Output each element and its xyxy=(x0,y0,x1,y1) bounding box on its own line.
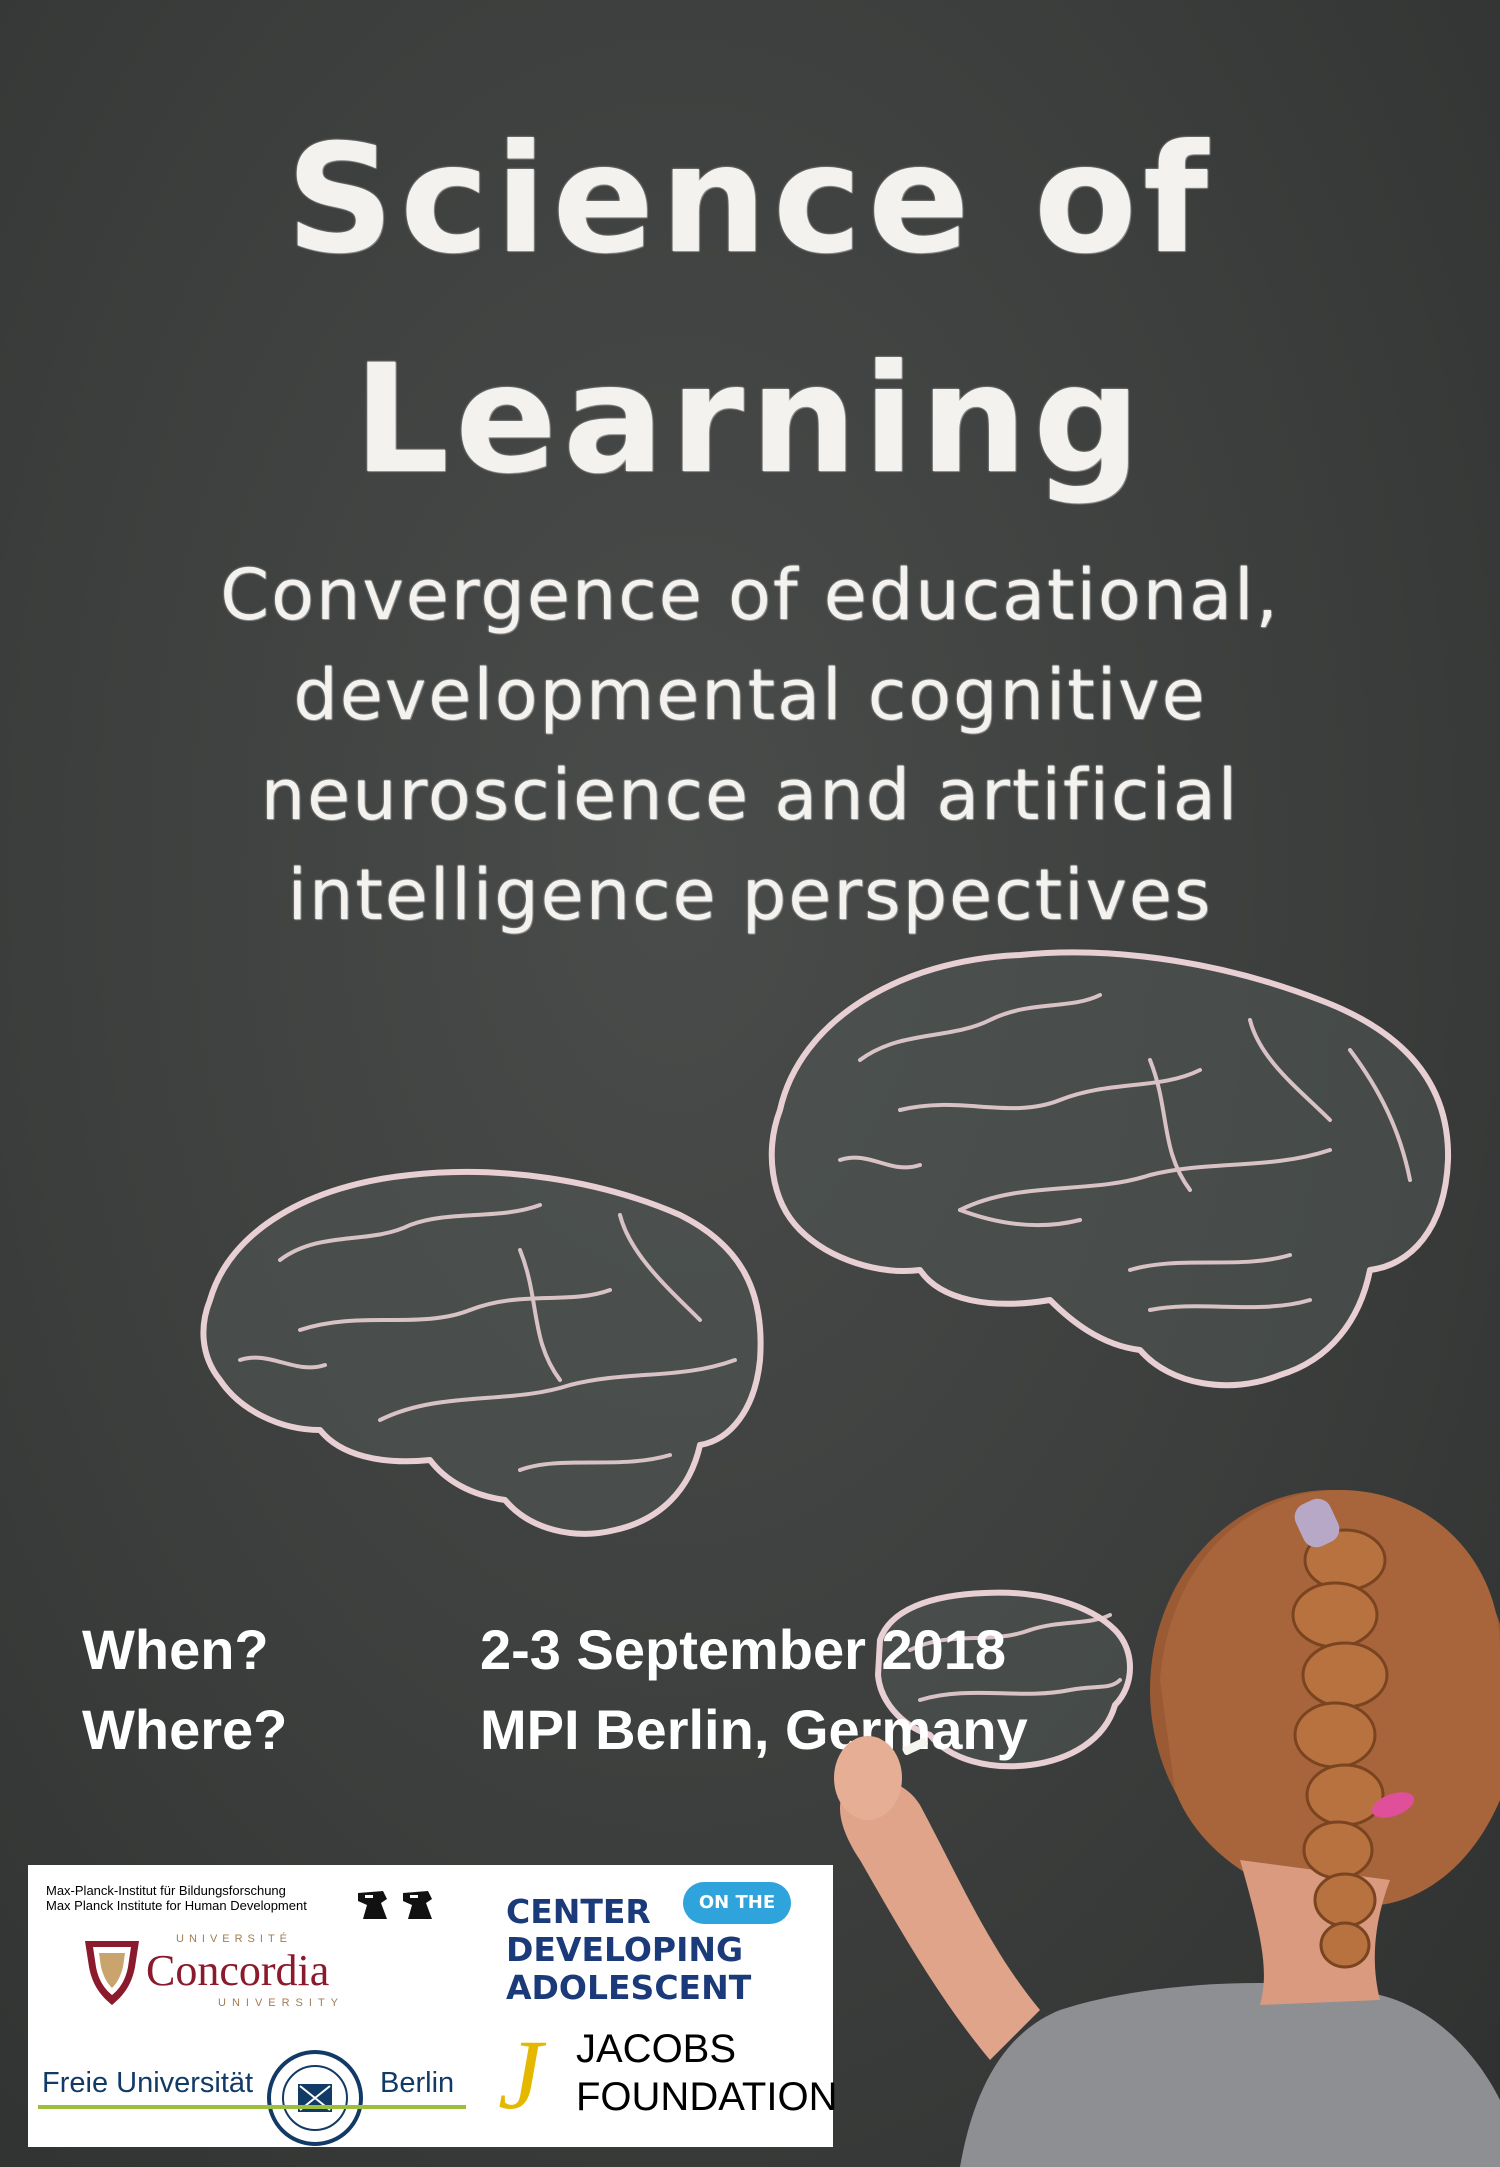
mpi-name-de: Max-Planck-Institut für Bildungsforschun… xyxy=(46,1883,286,1898)
jacobs-mark-icon: J xyxy=(498,2019,543,2130)
cda-line-2: DEVELOPING xyxy=(506,1930,744,1969)
chalk-piece xyxy=(902,1737,928,1756)
girl-illustration xyxy=(834,1490,1500,2167)
cda-bubble: ON THE xyxy=(683,1882,791,1924)
mpi-logo-text: Max-Planck-Institut für Bildungsforschun… xyxy=(46,1883,307,1913)
fu-divider-line xyxy=(38,2105,466,2109)
girl-arm xyxy=(840,1779,1040,2060)
concordia-shield-icon xyxy=(85,1941,139,2005)
girl-hand xyxy=(834,1736,902,1820)
mpi-logo-icon xyxy=(358,1891,432,1919)
mpi-name-en: Max Planck Institute for Human Developme… xyxy=(46,1898,307,1913)
fu-berlin-seal-icon xyxy=(267,2050,363,2146)
girl-shirt xyxy=(960,1983,1500,2167)
sponsor-logos-panel: Max-Planck-Institut für Bildungsforschun… xyxy=(28,1865,837,2147)
concordia-bottom-text: UNIVERSITY xyxy=(218,1997,345,2009)
concordia-name: Concordia xyxy=(146,1946,330,1995)
cda-line-3: ADOLESCENT xyxy=(506,1968,752,2007)
concordia-top-text: UNIVERSITÉ xyxy=(176,1933,293,1945)
berlin-text: Berlin xyxy=(380,2067,455,2099)
freie-universitaet-text: Freie Universität xyxy=(42,2067,254,2099)
jacobs-line-2: FOUNDATION xyxy=(576,2075,838,2119)
jacobs-line-1: JACOBS xyxy=(576,2027,737,2071)
